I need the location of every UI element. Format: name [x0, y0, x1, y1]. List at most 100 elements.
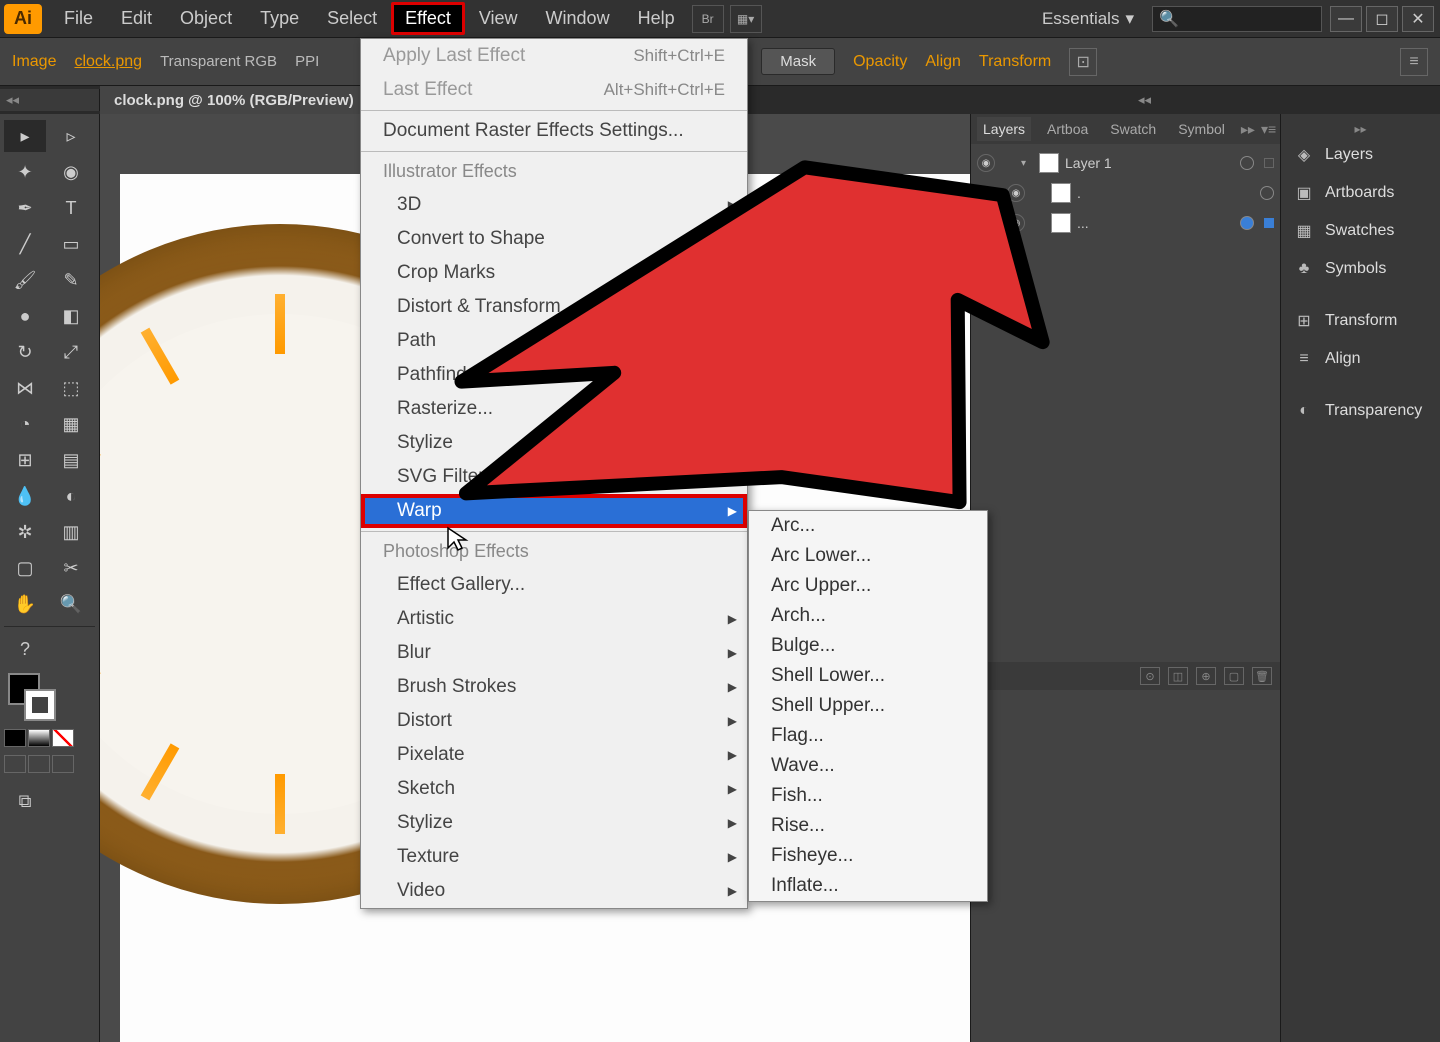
document-tab[interactable]: clock.png @ 100% (RGB/Preview) [100, 86, 368, 114]
menu-video[interactable]: Video▶ [361, 874, 747, 908]
menu-view[interactable]: View [465, 2, 532, 35]
symbol-sprayer-tool[interactable]: ✲ [4, 516, 46, 548]
minimize-button[interactable]: — [1330, 6, 1362, 32]
menu-pixelate[interactable]: Pixelate▶ [361, 738, 747, 772]
dock-swatches[interactable]: ▦Swatches [1281, 212, 1440, 250]
panel-collapse-indicator[interactable]: ◂◂ [1130, 92, 1440, 108]
menu-rasterize[interactable]: Rasterize... [361, 392, 747, 426]
submenu-arc-lower[interactable]: Arc Lower... [749, 541, 987, 571]
layer-name[interactable]: . [1077, 185, 1081, 201]
close-button[interactable]: ✕ [1402, 6, 1434, 32]
perspective-tool[interactable]: ▦ [50, 408, 92, 440]
submenu-flag[interactable]: Flag... [749, 721, 987, 751]
dock-collapse[interactable]: ▸▸ [1281, 122, 1440, 136]
zoom-tool[interactable]: 🔍 [50, 588, 92, 620]
layer-name[interactable]: Layer 1 [1065, 155, 1112, 171]
dock-transparency[interactable]: ◐Transparency [1281, 392, 1440, 430]
color-mode-gradient[interactable] [28, 729, 50, 747]
menu-window[interactable]: Window [532, 2, 624, 35]
help-tool[interactable]: ? [4, 633, 46, 665]
menu-effect[interactable]: Effect [391, 2, 465, 35]
screen-mode-present[interactable] [52, 755, 74, 773]
tab-swatches[interactable]: Swatch [1104, 117, 1162, 141]
align-link[interactable]: Align [925, 53, 961, 71]
tab-layers[interactable]: Layers [977, 117, 1031, 141]
visibility-icon[interactable]: ◉ [1007, 184, 1025, 202]
paintbrush-tool[interactable]: 🖌 [4, 264, 46, 296]
mesh-tool[interactable]: ⊞ [4, 444, 46, 476]
color-mode-none[interactable] [52, 729, 74, 747]
submenu-fisheye[interactable]: Fisheye... [749, 841, 987, 871]
arrange-docs-icon[interactable]: ▦▾ [730, 5, 762, 33]
scale-tool[interactable]: ⤢ [50, 336, 92, 368]
line-tool[interactable]: ╱ [4, 228, 46, 260]
search-input[interactable]: 🔍 [1152, 6, 1322, 32]
panel-menu-icon[interactable]: ≡ [1400, 48, 1428, 76]
tab-artboards[interactable]: Artboa [1041, 117, 1094, 141]
submenu-wave[interactable]: Wave... [749, 751, 987, 781]
submenu-rise[interactable]: Rise... [749, 811, 987, 841]
eraser-tool[interactable]: ◧ [50, 300, 92, 332]
visibility-icon[interactable]: ◉ [977, 154, 995, 172]
magic-wand-tool[interactable]: ✦ [4, 156, 46, 188]
menu-pathfinder[interactable]: Pathfinder▶ [361, 358, 747, 392]
menu-blur[interactable]: Blur▶ [361, 636, 747, 670]
stroke-color[interactable] [24, 689, 56, 721]
submenu-arc-upper[interactable]: Arc Upper... [749, 571, 987, 601]
blob-brush-tool[interactable]: ● [4, 300, 46, 332]
bridge-icon[interactable]: Br [692, 5, 724, 33]
layer-row[interactable]: ◉ ▾ Layer 1 [971, 148, 1280, 178]
panel-expand-icon[interactable]: ▸▸ [1241, 121, 1255, 138]
layer-name[interactable]: ... [1077, 215, 1089, 231]
submenu-shell-upper[interactable]: Shell Upper... [749, 691, 987, 721]
target-icon[interactable] [1240, 156, 1254, 170]
target-icon[interactable] [1240, 216, 1254, 230]
menu-file[interactable]: File [50, 2, 107, 35]
pen-tool[interactable]: ✒ [4, 192, 46, 224]
menu-path[interactable]: Path▶ [361, 324, 747, 358]
delete-layer-icon[interactable]: 🗑 [1252, 667, 1272, 685]
panel-menu-icon[interactable]: ▾≡ [1261, 121, 1276, 138]
make-clip-icon[interactable]: ◫ [1168, 667, 1188, 685]
hand-tool[interactable]: ✋ [4, 588, 46, 620]
screen-mode-icon[interactable]: ⧉ [4, 785, 46, 817]
color-mode-fill[interactable] [4, 729, 26, 747]
control-image-label[interactable]: Image [12, 53, 56, 71]
menu-convert-shape[interactable]: Convert to Shape▶ [361, 222, 747, 256]
menu-texture[interactable]: Texture▶ [361, 840, 747, 874]
width-tool[interactable]: ⋈ [4, 372, 46, 404]
submenu-inflate[interactable]: Inflate... [749, 871, 987, 901]
screen-mode-full[interactable] [28, 755, 50, 773]
dock-symbols[interactable]: ♣Symbols [1281, 250, 1440, 288]
new-layer-icon[interactable]: ▢ [1224, 667, 1244, 685]
transform-link[interactable]: Transform [979, 53, 1051, 71]
slice-tool[interactable]: ✂ [50, 552, 92, 584]
menu-brush-strokes[interactable]: Brush Strokes▶ [361, 670, 747, 704]
gradient-tool[interactable]: ▤ [50, 444, 92, 476]
control-filename[interactable]: clock.png [74, 53, 142, 71]
menu-3d[interactable]: 3D▶ [361, 188, 747, 222]
layer-row[interactable]: ◉ . [971, 178, 1280, 208]
graph-tool[interactable]: ▥ [50, 516, 92, 548]
menu-object[interactable]: Object [166, 2, 246, 35]
submenu-arch[interactable]: Arch... [749, 601, 987, 631]
submenu-fish[interactable]: Fish... [749, 781, 987, 811]
dock-artboards[interactable]: ▣Artboards [1281, 174, 1440, 212]
submenu-bulge[interactable]: Bulge... [749, 631, 987, 661]
pencil-tool[interactable]: ✎ [50, 264, 92, 296]
menu-artistic[interactable]: Artistic▶ [361, 602, 747, 636]
screen-mode-normal[interactable] [4, 755, 26, 773]
rotate-tool[interactable]: ↻ [4, 336, 46, 368]
menu-apply-last-effect[interactable]: Apply Last EffectShift+Ctrl+E [361, 39, 747, 73]
menu-distort-transform[interactable]: Distort & Transform▶ [361, 290, 747, 324]
artboard-tool[interactable]: ▢ [4, 552, 46, 584]
visibility-icon[interactable]: ◉ [1007, 214, 1025, 232]
locate-object-icon[interactable]: ⊙ [1140, 667, 1160, 685]
menu-effect-gallery[interactable]: Effect Gallery... [361, 568, 747, 602]
lasso-tool[interactable]: ◉ [50, 156, 92, 188]
menu-crop-marks[interactable]: Crop Marks [361, 256, 747, 290]
fill-stroke-swatch[interactable] [8, 673, 56, 721]
menu-svg-filters[interactable]: SVG Filters▶ [361, 460, 747, 494]
tab-symbols[interactable]: Symbol [1172, 117, 1231, 141]
type-tool[interactable]: T [50, 192, 92, 224]
